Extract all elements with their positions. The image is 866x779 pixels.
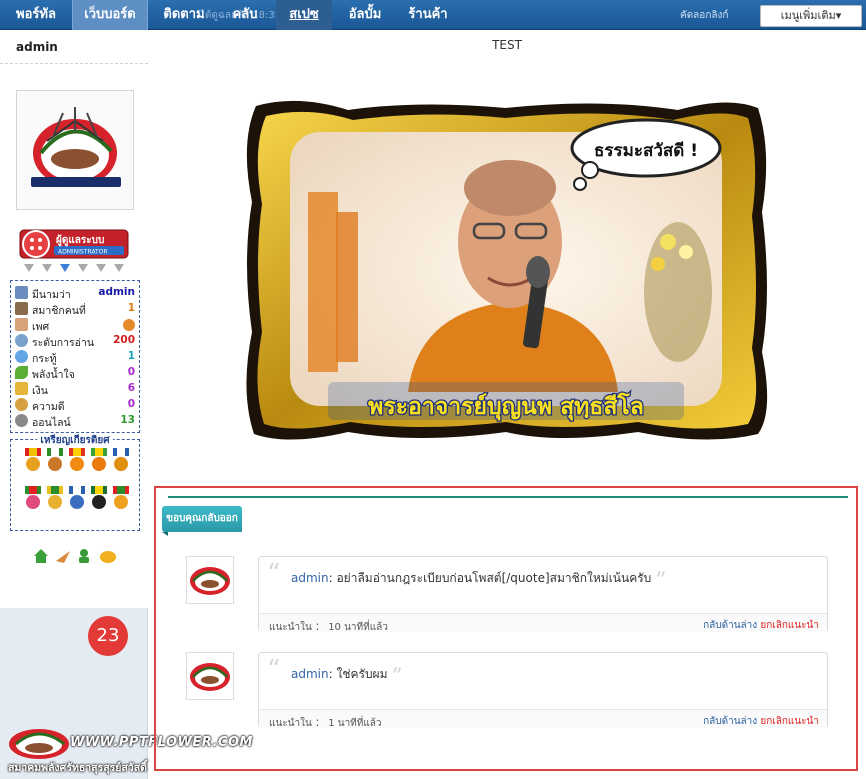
avatar-logo-icon <box>31 107 121 187</box>
sidebar: admin ผู้ดูแลระบบ ADMINISTRATOR มีนามว่า… <box>0 30 148 779</box>
stat-row: ความดี 0 <box>13 397 137 413</box>
page-title: TEST <box>492 38 522 52</box>
section-tag: ขอบคุณกลับออกหน้า <box>162 506 242 550</box>
rank-badge: ผู้ดูแลระบบ ADMINISTRATOR <box>18 226 130 260</box>
section-tag-label: ขอบคุณกลับออกหน้า <box>162 506 242 550</box>
coins-icon <box>15 398 28 411</box>
stat-row: ระดับการอ่าน 200 <box>13 333 137 349</box>
notification-badge: 23 <box>88 616 128 656</box>
avatar-logo-icon <box>190 567 230 595</box>
sidebar-action-icons <box>32 547 122 565</box>
comment-text: admin: อย่าลืมอ่านกฎระเบียบก่อนโพสต์[/qu… <box>291 569 667 594</box>
nav-item-webboard[interactable]: เว็บบอร์ด <box>72 0 148 30</box>
section-divider <box>168 496 848 498</box>
watermark-subtitle: สมาคมพลังศรัทธาสุรสุรย์สวัสดิ์ <box>8 762 147 774</box>
home-icon <box>34 549 48 563</box>
comment-footer: แนะนำใน ： 10 นาทีที่แล้ว กลับด้านล่าง ยก… <box>259 613 827 633</box>
chat-icon <box>15 350 28 363</box>
comment-author[interactable]: admin <box>291 667 329 681</box>
comment-author[interactable]: admin <box>291 571 329 585</box>
nav-item-shop[interactable]: ร้านค้า <box>398 0 458 30</box>
stat-row: เพศ <box>13 317 137 333</box>
search-icon <box>15 334 28 347</box>
sidebar-profile-panel: admin ผู้ดูแลระบบ ADMINISTRATOR มีนามว่า… <box>0 30 148 608</box>
gender-value-icon <box>123 319 135 331</box>
stat-row: เงิน 6 <box>13 381 137 397</box>
post-image[interactable]: ธรรมะสวัสดี ! พระอาจารย์บุญนพ สุทฺธสีโล <box>238 92 774 448</box>
medal-icon <box>69 486 85 509</box>
stat-row: สมาชิกคนที่ 1 <box>13 301 137 317</box>
stat-row: กระทู้ 1 <box>13 349 137 365</box>
nav-item-portal[interactable]: พอร์ทัล <box>6 0 66 30</box>
user-stats: มีนามว่า admin สมาชิกคนที่ 1 เพศ ระดับกา… <box>10 280 140 433</box>
stat-row: พลังน้ำใจ 0 <box>13 365 137 381</box>
comment-avatar[interactable] <box>186 556 234 604</box>
quote-close-icon: ” <box>391 665 403 690</box>
send-icon <box>56 551 70 563</box>
medal-icon <box>47 448 63 471</box>
svg-text:ผู้ดูแลระบบ: ผู้ดูแลระบบ <box>56 234 104 247</box>
id-card-icon <box>15 286 28 299</box>
nav-copy-link[interactable]: คัดลอกลิงก์ <box>680 8 728 23</box>
nav-item-album[interactable]: อัลบั้ม <box>338 0 392 30</box>
medal-icon <box>113 486 129 509</box>
reply-link[interactable]: กลับด้านล่าง <box>703 716 757 727</box>
comment-text: admin: ใช่ครับผม ” <box>291 665 403 690</box>
reply-link[interactable]: กลับด้านล่าง <box>703 620 757 631</box>
avatar[interactable] <box>16 90 134 210</box>
avatar-logo-icon <box>190 663 230 691</box>
nav-item-follow[interactable]: ติดตาม <box>156 0 212 30</box>
medal-icon <box>91 486 107 509</box>
medal-icon <box>91 448 107 471</box>
image-caption-text: พระอาจารย์บุญนพ สุทฺธสีโล <box>368 392 644 421</box>
svg-text:ADMINISTRATOR: ADMINISTRATOR <box>58 249 108 256</box>
comment-time: แนะนำใน ： 1 นาทีที่แล้ว <box>269 718 382 729</box>
comment-actions: กลับด้านล่าง ยกเลิกแนะนำ <box>703 618 819 633</box>
rank-gems <box>22 262 132 274</box>
gender-icon <box>15 318 28 331</box>
medal-icon <box>25 486 41 509</box>
image-bubble-text: ธรรมะสวัสดี ! <box>594 140 698 161</box>
watermark-logo-icon <box>9 729 69 759</box>
quote-open-icon: “ <box>267 559 281 589</box>
nav-item-space[interactable]: สเปซ <box>276 0 332 30</box>
nav-item-club[interactable]: คลับ <box>220 0 270 30</box>
medal-icons <box>25 448 129 509</box>
comment-time: แนะนำใน ： 10 นาทีที่แล้ว <box>269 622 388 633</box>
comment-actions: กลับด้านล่าง ยกเลิกแนะนำ <box>703 714 819 729</box>
sidebar-username[interactable]: admin <box>0 30 148 64</box>
comments-section: ขอบคุณกลับออกหน้า “ admin: อย่าลืมอ่านกฎ… <box>154 486 858 771</box>
quote-open-icon: “ <box>267 655 281 685</box>
medal-icon <box>69 448 85 471</box>
medal-icon <box>25 448 41 471</box>
clock-icon <box>15 414 28 427</box>
comment-box: “ admin: ใช่ครับผม ” แนะนำใน ： 1 นาทีที่… <box>258 652 828 729</box>
medals-panel: เหรียญเกียรติยศ <box>10 435 140 531</box>
poke-icon <box>100 551 116 563</box>
quote-close-icon: ” <box>655 569 667 594</box>
members-icon <box>15 302 28 315</box>
add-friend-icon <box>79 549 89 563</box>
top-navigation: ได้ดูฉลแล้ว 18:35 พอร์ทัล เว็บบอร์ด ติดต… <box>0 0 866 30</box>
leaf-icon <box>15 366 28 379</box>
medal-icon <box>47 486 63 509</box>
comment-footer: แนะนำใน ： 1 นาทีที่แล้ว กลับด้านล่าง ยกเ… <box>259 709 827 729</box>
stat-row: ออนไลน์ 13 <box>13 413 137 429</box>
more-menu-button[interactable]: เมนูเพิ่มเติม▾ <box>760 5 862 27</box>
comment-box: “ admin: อย่าลืมอ่านกฎระเบียบก่อนโพสต์[/… <box>258 556 828 633</box>
cancel-recommend-link[interactable]: ยกเลิกแนะนำ <box>760 620 819 631</box>
money-icon <box>15 382 28 395</box>
medal-icon <box>113 448 129 471</box>
comment-avatar[interactable] <box>186 652 234 700</box>
cancel-recommend-link[interactable]: ยกเลิกแนะนำ <box>760 716 819 727</box>
stat-row: มีนามว่า admin <box>13 285 137 301</box>
